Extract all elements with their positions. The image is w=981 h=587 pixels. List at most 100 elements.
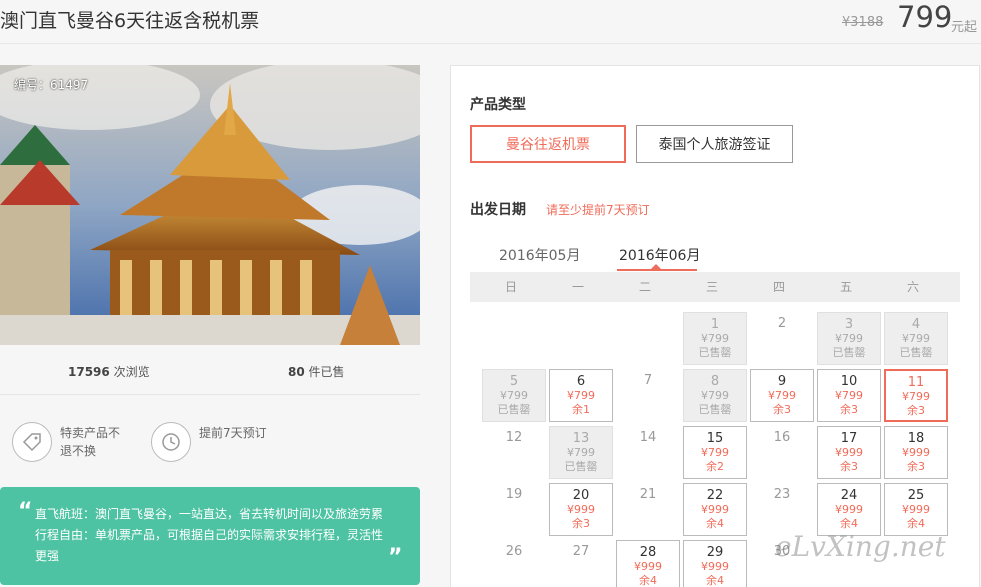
- calendar-day[interactable]: 24 ¥999 余4: [817, 483, 881, 536]
- day-price: ¥999: [902, 503, 930, 516]
- calendar-day[interactable]: 20 ¥999 余3: [549, 483, 613, 536]
- day-price: ¥799: [567, 389, 595, 402]
- product-title: 澳门直飞曼谷6天往返含税机票: [0, 10, 260, 32]
- calendar-day[interactable]: 6 ¥799 余1: [549, 369, 613, 422]
- calendar-day: 3 ¥799 已售罄: [817, 312, 881, 365]
- day-number: 7: [643, 373, 653, 388]
- day-price: ¥999: [701, 503, 729, 516]
- day-number: 11: [907, 375, 925, 390]
- day-price: ¥999: [634, 560, 662, 573]
- day-number: 10: [840, 374, 858, 389]
- quote-text: 直飞航班：澳门直飞曼谷，一站直达，省去转机时间以及旅途劳累 行程自由：单机票产品…: [35, 504, 387, 567]
- type-button-flight[interactable]: 曼谷往返机票: [470, 125, 626, 163]
- day-number: 13: [572, 431, 590, 446]
- calendar-day: 26: [482, 540, 546, 587]
- day-number: 9: [777, 374, 787, 389]
- calendar-day[interactable]: 9 ¥799 余3: [750, 369, 814, 422]
- calendar-day[interactable]: 25 ¥999 余4: [884, 483, 948, 536]
- day-availability: 余4: [639, 574, 657, 587]
- day-availability: 已售罄: [698, 403, 732, 416]
- calendar-day: 27: [549, 540, 613, 587]
- day-price: ¥799: [902, 332, 930, 345]
- day-number: 29: [706, 545, 724, 560]
- calendar-day[interactable]: 22 ¥999 余4: [683, 483, 747, 536]
- weekday: 日: [504, 280, 517, 294]
- day-price: ¥799: [902, 390, 930, 403]
- day-availability: 已售罄: [899, 346, 933, 359]
- clock-history-icon: [151, 422, 191, 462]
- day-price: ¥799: [701, 332, 729, 345]
- day-availability: 余3: [773, 403, 791, 416]
- original-price: ¥3188: [842, 15, 884, 30]
- calendar-day[interactable]: 29 ¥999 余4: [683, 540, 747, 587]
- calendar-day: 21: [616, 483, 680, 536]
- calendar-day: 19: [482, 483, 546, 536]
- calendar-day[interactable]: 17 ¥999 余3: [817, 426, 881, 479]
- calendar-day[interactable]: 15 ¥799 余2: [683, 426, 747, 479]
- weekday: 五: [839, 280, 852, 294]
- feature-text: 特卖产品不退不换: [60, 426, 121, 458]
- day-price: ¥999: [701, 560, 729, 573]
- day-price: ¥999: [835, 446, 863, 459]
- product-photo: 编号：61497: [0, 65, 420, 345]
- calendar-day[interactable]: 10 ¥799 余3: [817, 369, 881, 422]
- day-availability: 已售罄: [564, 460, 598, 473]
- weekday: 四: [772, 280, 785, 294]
- watermark: eLvXing.net: [775, 530, 946, 563]
- calendar-day: 2: [750, 312, 814, 365]
- day-number: 24: [840, 488, 858, 503]
- day-price: ¥799: [500, 389, 528, 402]
- quote-line: 行程自由：单机票产品，可根据自己的实际需求安排行程，灵活性更强: [35, 528, 384, 563]
- booking-panel: 产品类型 曼谷往返机票 泰国个人旅游签证 出发日期 请至少提前7天预订 2016…: [450, 65, 980, 587]
- views-count: 17596: [68, 365, 110, 379]
- day-number: 6: [576, 374, 586, 389]
- day-number: 8: [710, 374, 720, 389]
- feature-text: 提前7天预订: [199, 426, 267, 440]
- views-label: 次浏览: [113, 365, 150, 379]
- product-header: 澳门直飞曼谷6天往返含税机票 ¥3188 799 元起: [0, 0, 981, 44]
- month-underline: [617, 269, 697, 271]
- day-number: 23: [773, 487, 791, 502]
- day-availability: 余3: [572, 517, 590, 530]
- day-number: 27: [572, 544, 590, 559]
- day-availability: 余3: [907, 460, 925, 473]
- type-button-visa[interactable]: 泰国个人旅游签证: [636, 125, 793, 163]
- quote-close-icon: ”: [388, 545, 403, 570]
- day-number: 21: [639, 487, 657, 502]
- day-number: 5: [509, 374, 519, 389]
- day-number: 28: [639, 545, 657, 560]
- calendar-day[interactable]: 18 ¥999 余3: [884, 426, 948, 479]
- day-price: ¥999: [567, 503, 595, 516]
- calendar-day: 13 ¥799 已售罄: [549, 426, 613, 479]
- day-number: 4: [911, 317, 921, 332]
- product-type-label: 产品类型: [470, 97, 526, 113]
- day-number: 18: [907, 431, 925, 446]
- day-number: 19: [505, 487, 523, 502]
- weekday: 二: [638, 280, 651, 294]
- calendar-day: 7: [616, 369, 680, 422]
- day-availability: 余4: [840, 517, 858, 530]
- month-tab-may[interactable]: 2016年05月: [499, 245, 580, 265]
- day-number: 16: [773, 430, 791, 445]
- calendar-day: 1 ¥799 已售罄: [683, 312, 747, 365]
- calendar-day: 8 ¥799 已售罄: [683, 369, 747, 422]
- current-price: 799: [897, 0, 953, 34]
- day-availability: 已售罄: [832, 346, 866, 359]
- day-price: ¥799: [567, 446, 595, 459]
- views-stat: 17596 次浏览: [68, 363, 150, 380]
- calendar-day[interactable]: 11 ¥799 余3: [884, 369, 948, 422]
- feature-no-refund: 特卖产品不退不换: [12, 422, 130, 462]
- sold-count: 80: [288, 365, 305, 379]
- day-price: ¥999: [835, 503, 863, 516]
- calendar-day[interactable]: 28 ¥999 余4: [616, 540, 680, 587]
- quote-open-icon: “: [18, 499, 33, 524]
- month-tab-june[interactable]: 2016年06月: [619, 245, 700, 265]
- photo-code: 编号：61497: [14, 78, 89, 92]
- day-number: 26: [505, 544, 523, 559]
- temple-image: [0, 65, 420, 345]
- day-price: ¥799: [701, 446, 729, 459]
- day-price: ¥799: [701, 389, 729, 402]
- weekday: 三: [705, 280, 718, 294]
- calendar-day: 12: [482, 426, 546, 479]
- day-availability: 余2: [706, 460, 724, 473]
